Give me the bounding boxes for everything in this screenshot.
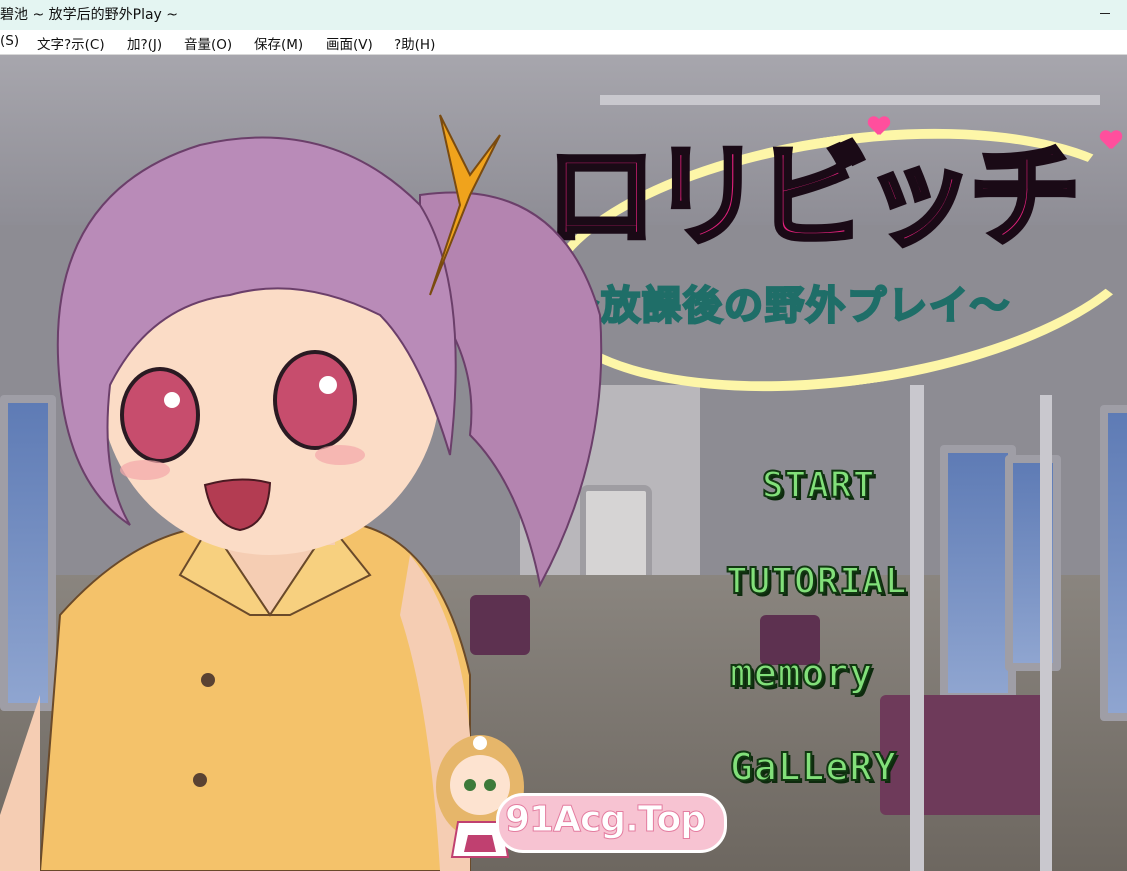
- train-pole: [1040, 395, 1052, 871]
- tutorial-button[interactable]: TUTORIAL: [725, 560, 907, 603]
- menu-system[interactable]: (S): [0, 33, 19, 49]
- heart-icon: [868, 117, 890, 137]
- logo-title: ロリビッチ: [545, 130, 1084, 265]
- train-handrail: [600, 95, 1100, 105]
- train-window: [1005, 455, 1061, 671]
- minimize-icon[interactable]: [1083, 0, 1127, 30]
- train-seat: [880, 695, 1050, 815]
- menu-save[interactable]: 保存(M): [254, 33, 303, 53]
- train-pole: [910, 385, 924, 871]
- watermark-text: 91Acg.Top: [504, 799, 706, 841]
- heart-icon: [1100, 131, 1122, 151]
- menu-help[interactable]: ?助(H): [394, 33, 435, 53]
- menu-screen[interactable]: 画面(V): [326, 33, 373, 53]
- menu-text-display[interactable]: 文字?示(C): [37, 33, 105, 53]
- start-button[interactable]: START: [761, 464, 875, 507]
- menu-speed[interactable]: 加?(J): [127, 33, 162, 53]
- menu-bar: (S) 文字?示(C) 加?(J) 音量(O) 保存(M) 画面(V) ?助(H…: [0, 30, 1127, 55]
- memory-button[interactable]: memory: [729, 650, 873, 696]
- window-title: 碧池 ~ 放学后的野外Play ~: [0, 7, 179, 23]
- gallery-button[interactable]: GaLLeRY: [729, 744, 897, 790]
- menu-volume[interactable]: 音量(O): [184, 33, 232, 53]
- game-title-screen: ロリビッチ 〜放課後の野外プレイ〜 START TUTORIAL memory …: [0, 55, 1127, 871]
- train-window: [1100, 405, 1127, 721]
- window-title-bar: 碧池 ~ 放学后的野外Play ~: [0, 0, 1127, 30]
- logo-subtitle: 〜放課後の野外プレイ〜: [559, 283, 1012, 331]
